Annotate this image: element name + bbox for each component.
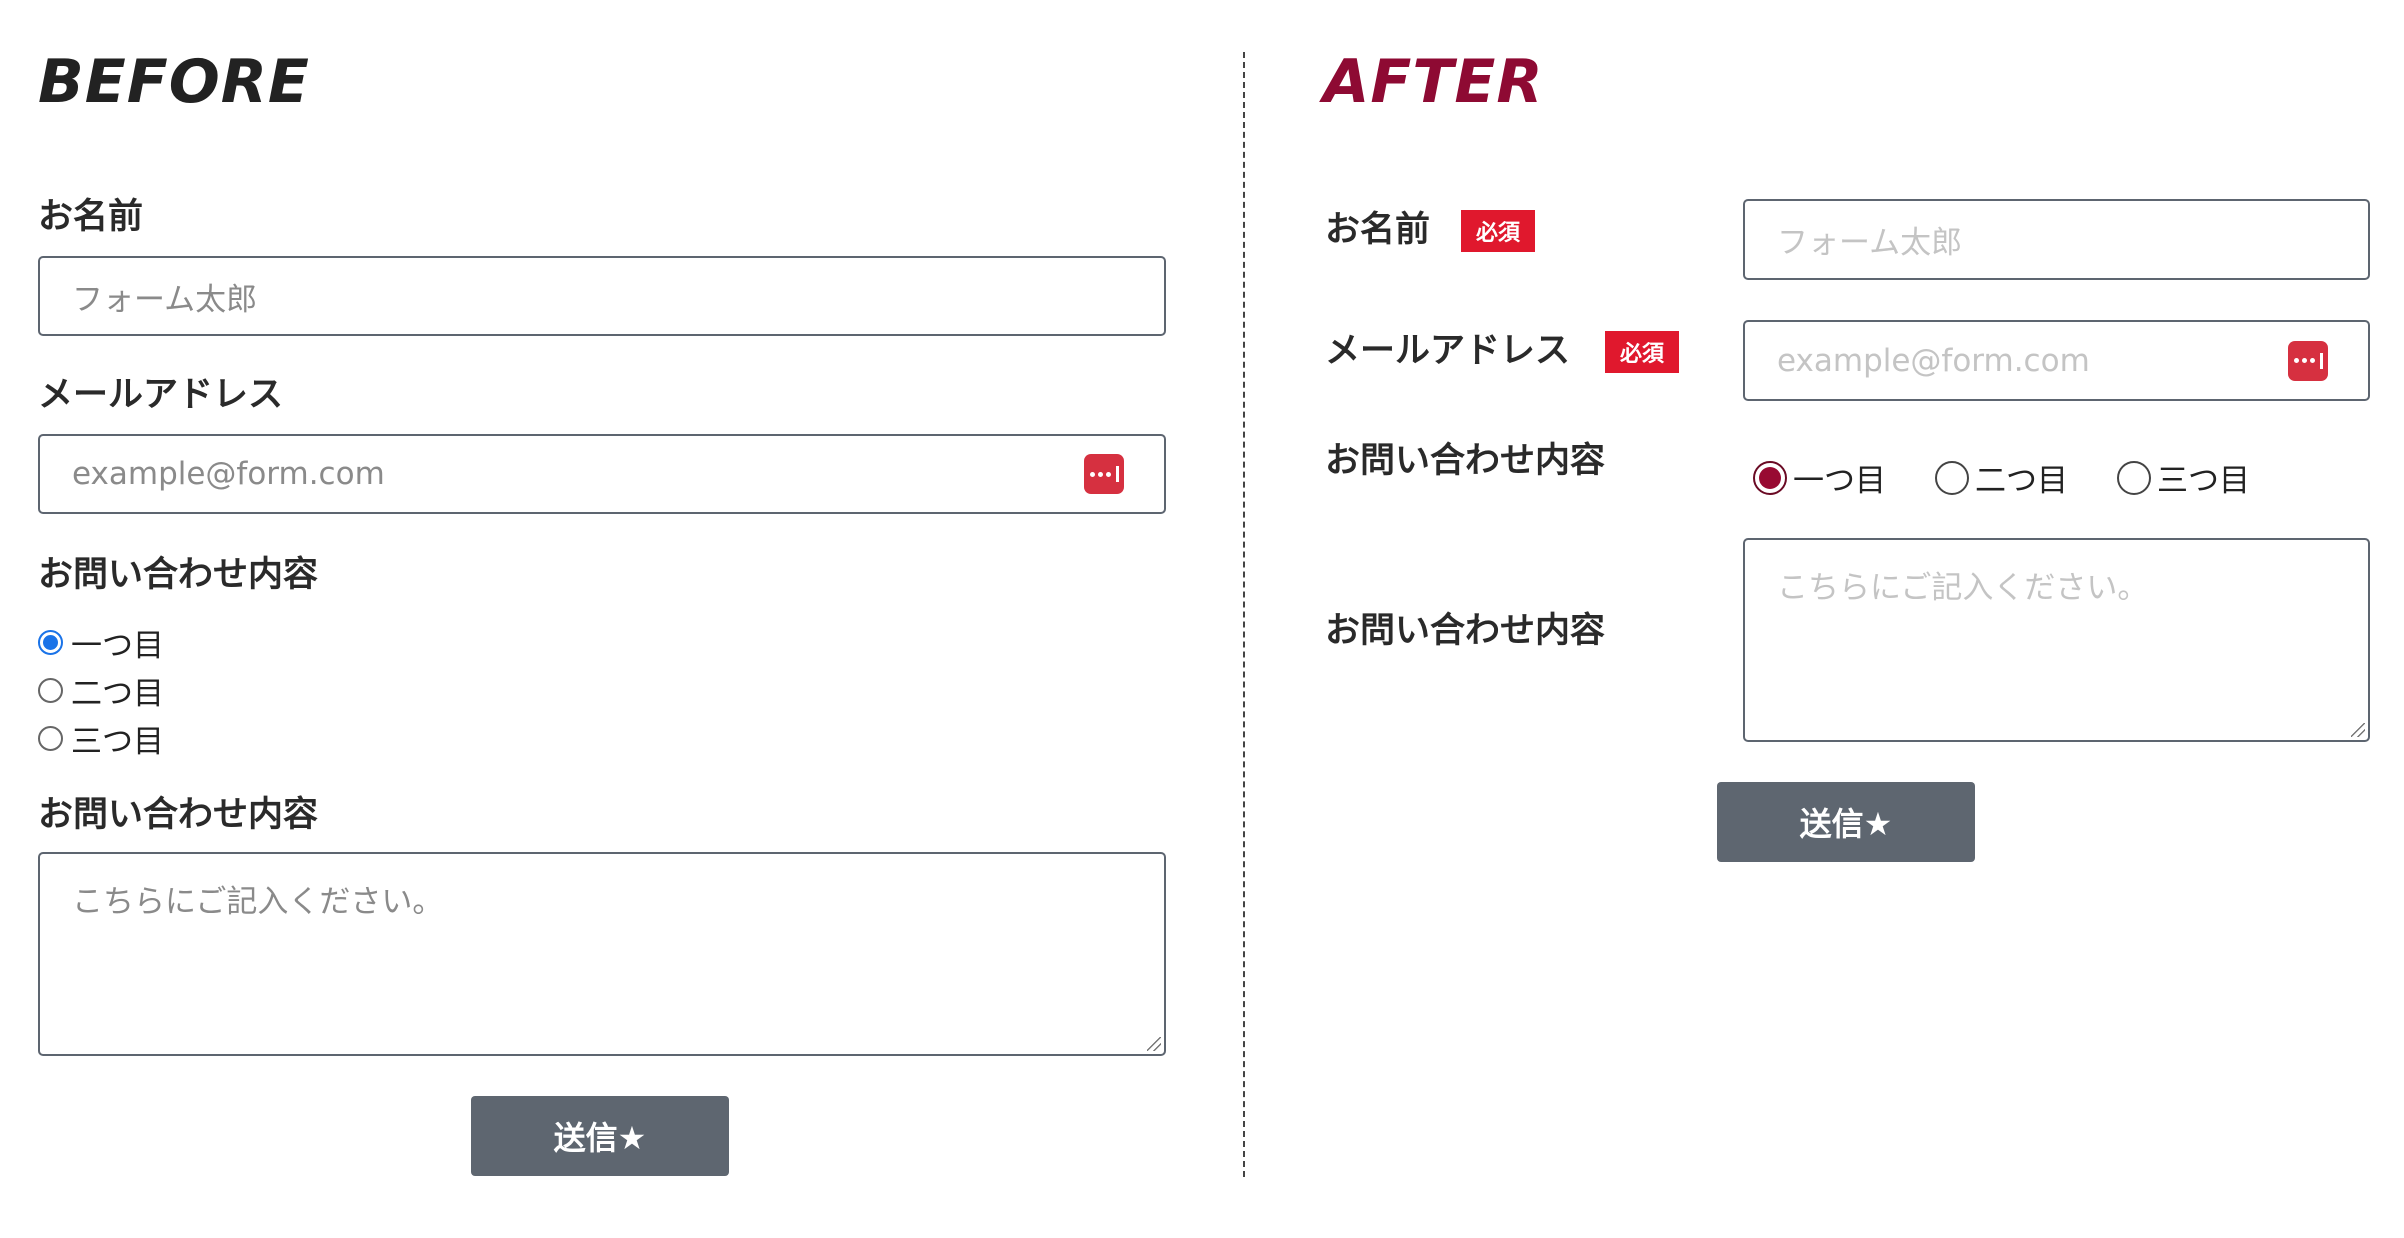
before-email-placeholder: example@form.com [72, 456, 385, 492]
after-name-placeholder: フォーム太郎 [1777, 225, 1963, 261]
radio-icon[interactable] [38, 678, 63, 703]
before-email-label: メールアドレス [38, 375, 284, 415]
after-inquiry-label: お問い合わせ内容 [1325, 441, 1606, 481]
after-name-label: お名前 [1325, 210, 1431, 250]
before-radio-label-1: 一つ目 [71, 628, 164, 664]
after-message-label: お問い合わせ内容 [1325, 611, 1606, 651]
after-heading: AFTER [1323, 47, 1544, 117]
before-message-textarea[interactable]: こちらにご記入ください。 [38, 852, 1166, 1056]
before-radio-option-2[interactable]: 二つ目 [38, 668, 164, 713]
after-email-placeholder: example@form.com [1777, 342, 2090, 379]
before-inquiry-label: お問い合わせ内容 [38, 555, 319, 595]
column-divider [1243, 52, 1245, 1177]
password-manager-icon[interactable] [1084, 454, 1124, 494]
after-radio-label-3: 三つ目 [2157, 463, 2250, 499]
before-radio-label-2: 二つ目 [71, 676, 164, 712]
after-email-label: メールアドレス [1325, 331, 1571, 371]
before-heading: BEFORE [38, 47, 310, 117]
before-submit-button[interactable]: 送信★ [471, 1096, 729, 1176]
radio-icon[interactable] [38, 726, 63, 751]
radio-selected-icon[interactable] [38, 630, 63, 655]
password-manager-icon[interactable] [2288, 340, 2328, 381]
before-name-label: お名前 [38, 197, 144, 237]
after-radio-option-2[interactable]: 二つ目 [1935, 455, 2068, 500]
before-email-input[interactable]: example@form.com [38, 434, 1166, 514]
radio-selected-icon[interactable] [1753, 460, 1787, 495]
before-name-placeholder: フォーム太郎 [72, 281, 258, 318]
after-email-input[interactable]: example@form.com [1743, 320, 2370, 401]
after-submit-button[interactable]: 送信★ [1717, 782, 1975, 862]
after-name-input[interactable]: フォーム太郎 [1743, 199, 2370, 280]
after-message-placeholder: こちらにご記入ください。 [1777, 570, 2149, 606]
before-message-placeholder: こちらにご記入ください。 [72, 884, 444, 920]
resize-handle-icon[interactable] [1147, 1037, 1161, 1051]
required-badge: 必須 [1605, 331, 1679, 373]
after-radio-label-2: 二つ目 [1975, 463, 2068, 499]
after-radio-option-1[interactable]: 一つ目 [1753, 455, 1886, 500]
after-radio-label-1: 一つ目 [1793, 463, 1886, 499]
resize-handle-icon[interactable] [2351, 723, 2365, 737]
before-name-input[interactable]: フォーム太郎 [38, 256, 1166, 336]
radio-icon[interactable] [1935, 460, 1969, 495]
before-radio-option-3[interactable]: 三つ目 [38, 716, 164, 761]
after-radio-option-3[interactable]: 三つ目 [2117, 455, 2250, 500]
before-radio-option-1[interactable]: 一つ目 [38, 620, 164, 665]
before-message-label: お問い合わせ内容 [38, 795, 319, 835]
radio-icon[interactable] [2117, 460, 2151, 495]
required-badge: 必須 [1461, 210, 1535, 252]
after-message-textarea[interactable]: こちらにご記入ください。 [1743, 538, 2370, 742]
before-radio-label-3: 三つ目 [71, 724, 164, 760]
